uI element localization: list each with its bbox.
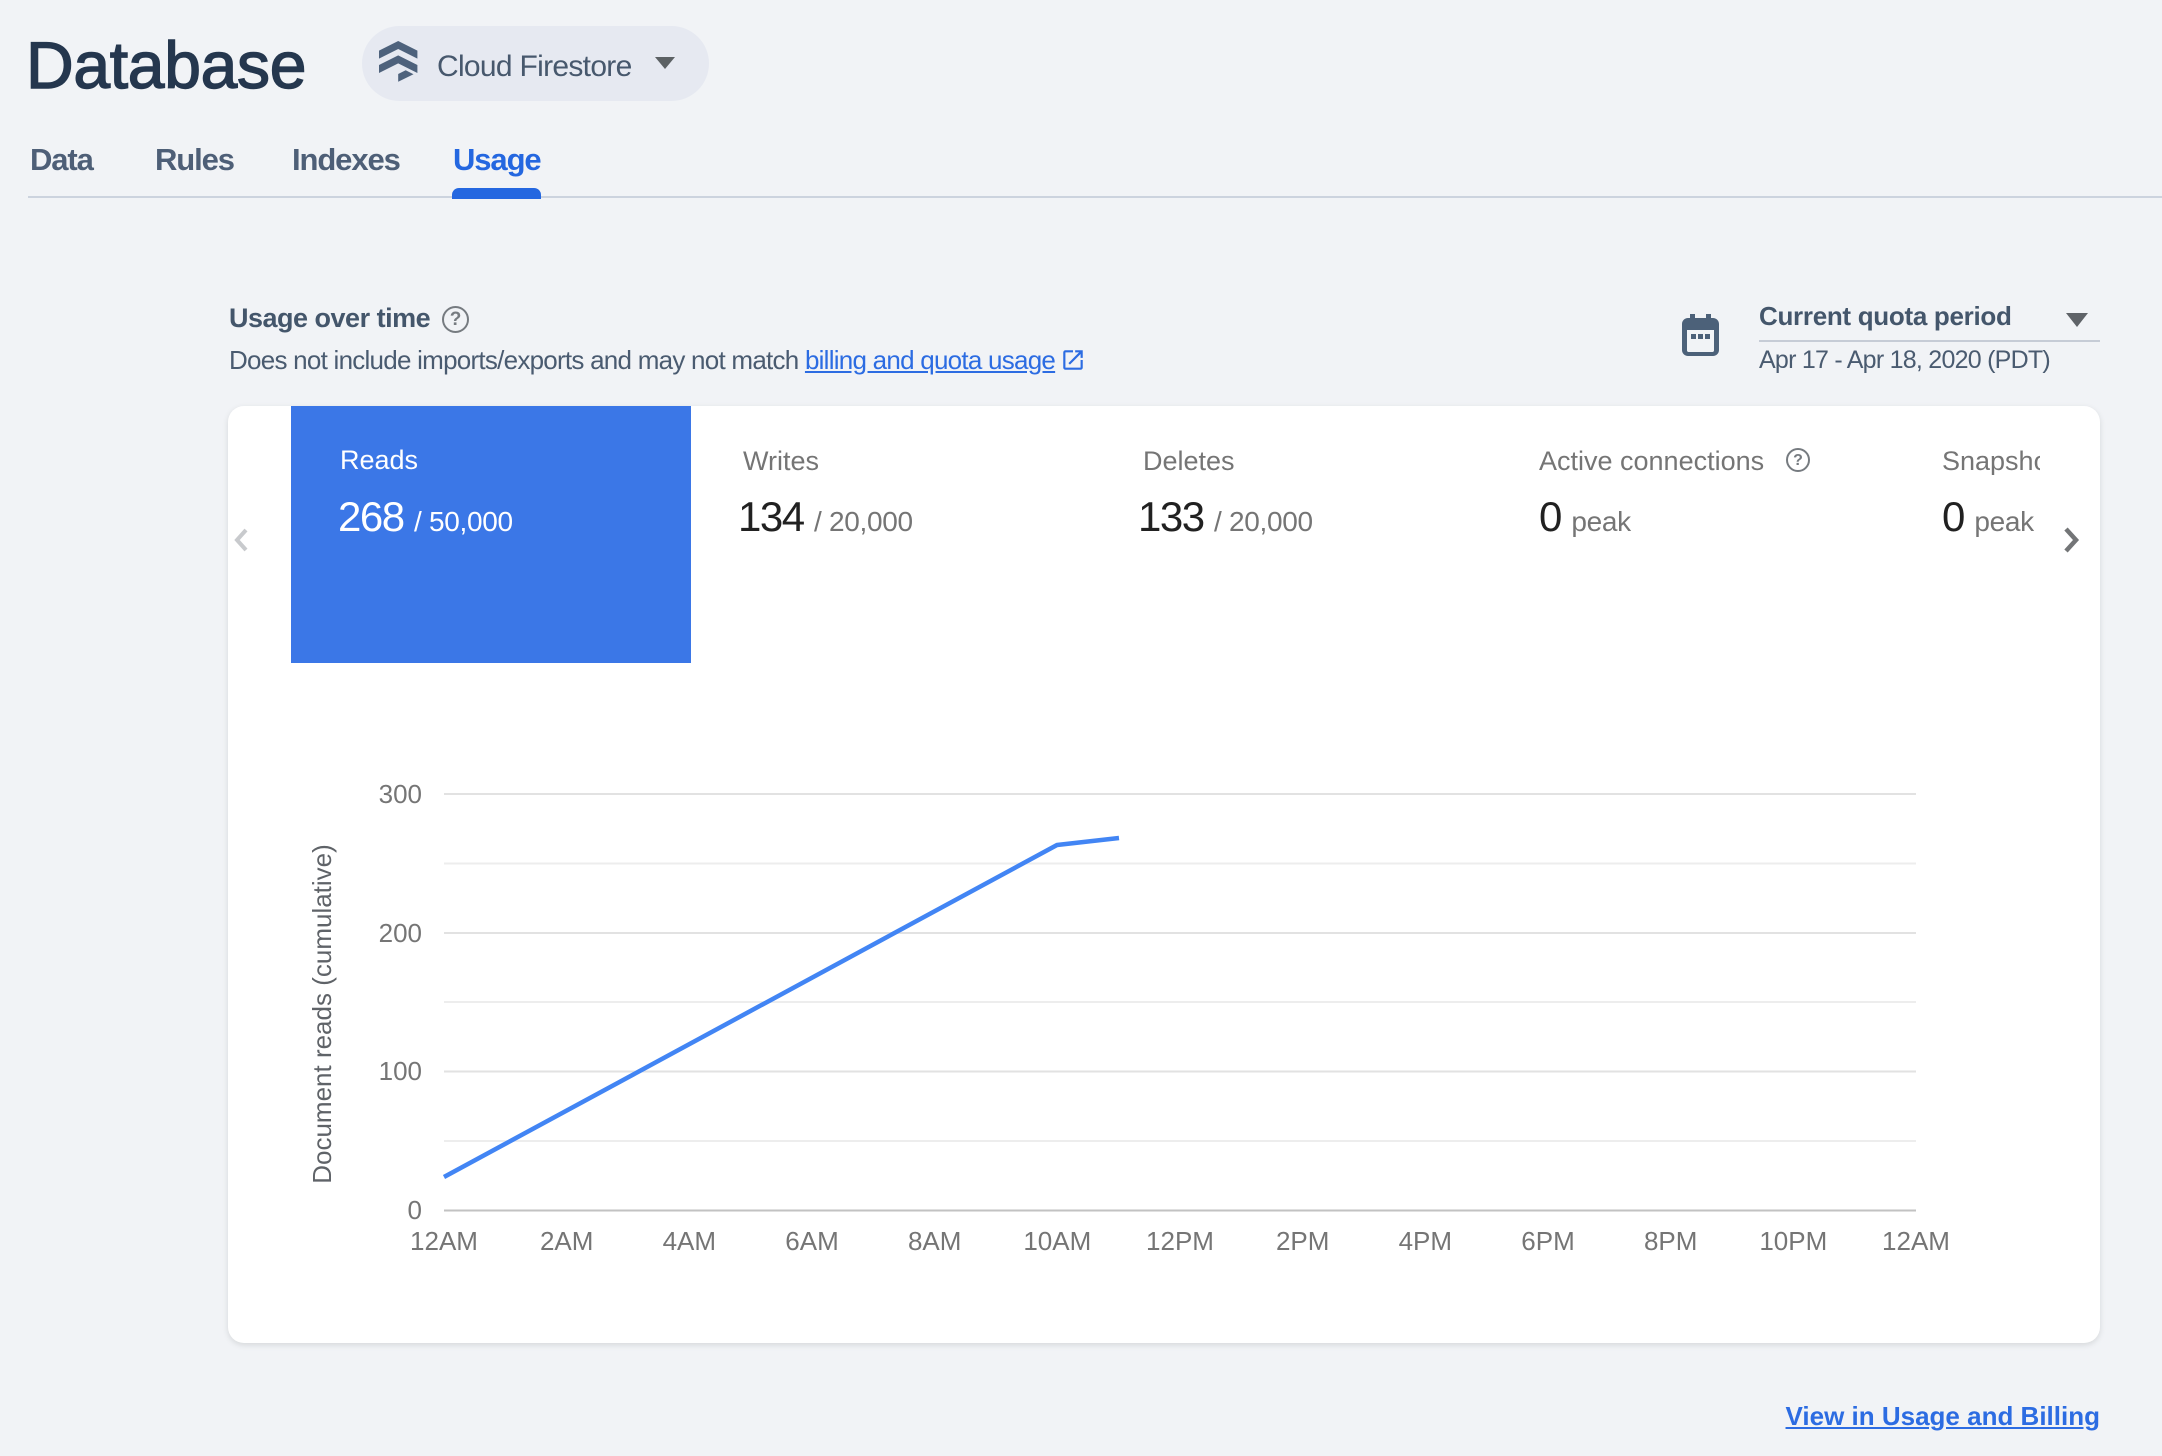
svg-text:10AM: 10AM bbox=[1023, 1226, 1091, 1256]
svg-text:12PM: 12PM bbox=[1146, 1226, 1214, 1256]
svg-text:8AM: 8AM bbox=[908, 1226, 961, 1256]
svg-text:4PM: 4PM bbox=[1399, 1226, 1452, 1256]
svg-text:12AM: 12AM bbox=[410, 1226, 478, 1256]
svg-text:12AM: 12AM bbox=[1882, 1226, 1950, 1256]
svg-text:8PM: 8PM bbox=[1644, 1226, 1697, 1256]
svg-text:100: 100 bbox=[379, 1056, 422, 1086]
svg-text:200: 200 bbox=[379, 918, 422, 948]
svg-text:6PM: 6PM bbox=[1521, 1226, 1574, 1256]
svg-text:Document reads (cumulative): Document reads (cumulative) bbox=[307, 844, 337, 1184]
svg-text:2PM: 2PM bbox=[1276, 1226, 1329, 1256]
svg-text:4AM: 4AM bbox=[663, 1226, 716, 1256]
svg-text:0: 0 bbox=[408, 1195, 422, 1225]
svg-text:2AM: 2AM bbox=[540, 1226, 593, 1256]
svg-text:300: 300 bbox=[379, 779, 422, 809]
svg-text:10PM: 10PM bbox=[1759, 1226, 1827, 1256]
svg-text:6AM: 6AM bbox=[785, 1226, 838, 1256]
